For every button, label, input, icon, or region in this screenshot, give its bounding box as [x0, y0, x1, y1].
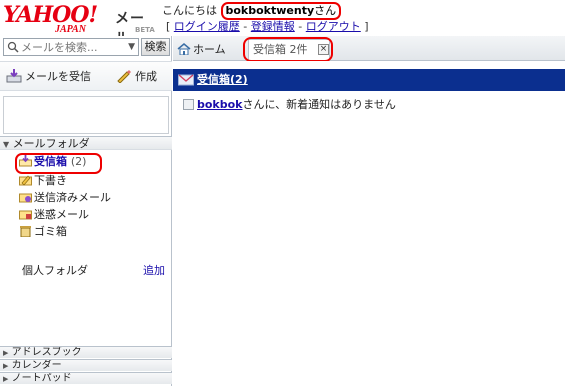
logo-region: JAPAN: [55, 24, 86, 35]
search-button[interactable]: 検索: [141, 38, 170, 56]
notice-text: さんに、新着通知はありません: [242, 98, 396, 111]
tab-home-label: ホーム: [193, 43, 226, 56]
spam-icon: [19, 210, 32, 220]
search-row: ▼ 検索: [0, 38, 172, 58]
notice-username[interactable]: bokbok: [197, 98, 243, 111]
drafts-icon: [19, 175, 32, 186]
folder-trash[interactable]: ゴミ箱: [19, 224, 67, 240]
home-icon: [177, 43, 191, 56]
folder-trash-label: ゴミ箱: [34, 225, 67, 238]
yahoo-mail-logo[interactable]: YAHOO! JAPAN メール BETA: [3, 2, 158, 47]
tab-home[interactable]: ホーム: [177, 41, 226, 57]
receive-mail-button[interactable]: メールを受信: [6, 68, 91, 84]
registration-link[interactable]: 登録情報: [251, 20, 295, 33]
address-book-section[interactable]: ▶ アドレスブック: [0, 346, 172, 358]
notepad-label: ノートパッド: [11, 373, 72, 384]
folder-spam-label: 迷惑メール: [34, 208, 89, 221]
link-separator: -: [298, 20, 303, 33]
greeting-suffix: さん: [314, 4, 337, 17]
personal-folders-label: 個人フォルダ: [22, 264, 88, 277]
folder-drafts[interactable]: 下書き: [19, 173, 67, 189]
expand-arrow-icon: ▶: [3, 362, 9, 370]
collapse-arrow-icon: ▼: [3, 140, 10, 149]
ad-area: [3, 96, 169, 134]
mail-folders-title: メールフォルダ: [12, 137, 90, 150]
address-book-label: アドレスブック: [11, 347, 82, 358]
inbox-title-bar: 受信箱(2): [173, 69, 565, 91]
left-pane: ▼ 検索 メールを受信 作成 ▼ メールフォルダ 受信箱 (2) 下書き 送信済…: [0, 36, 172, 386]
receive-mail-label: メールを受信: [25, 70, 91, 83]
bracket-close: ]: [364, 20, 369, 33]
folder-drafts-label: 下書き: [34, 174, 67, 187]
search-input[interactable]: [21, 40, 121, 54]
search-box[interactable]: ▼: [3, 38, 139, 56]
link-separator: -: [243, 20, 248, 33]
header-links: [ ログイン履歴 - 登録情報 - ログアウト ]: [166, 18, 369, 34]
compose-label: 作成: [135, 70, 157, 83]
new-mail-notice: bokbokさんに、新着通知はありません: [183, 96, 396, 112]
pencil-icon: [117, 70, 131, 84]
logo-badge: BETA: [135, 26, 155, 34]
inbox-title[interactable]: 受信箱(2): [197, 73, 248, 86]
trash-icon: [20, 226, 31, 238]
tab-bar: ホーム 受信箱 2件 ×: [173, 36, 565, 61]
folder-sent[interactable]: 送信済みメール: [19, 190, 111, 206]
logout-link[interactable]: ログアウト: [306, 20, 361, 33]
folder-spam[interactable]: 迷惑メール: [19, 207, 89, 223]
mail-folders-header[interactable]: ▼ メールフォルダ: [0, 136, 172, 150]
info-box-icon: [183, 99, 194, 110]
folder-sent-label: 送信済みメール: [34, 191, 111, 204]
calendar-label: カレンダー: [11, 360, 62, 371]
expand-arrow-icon: ▶: [3, 375, 9, 383]
calendar-section[interactable]: ▶ カレンダー: [0, 359, 172, 371]
main-content: 受信箱(2) bokbokさんに、新着通知はありません: [173, 61, 565, 386]
chevron-down-icon[interactable]: ▼: [128, 42, 135, 52]
envelope-icon: [178, 74, 194, 86]
expand-arrow-icon: ▶: [3, 349, 9, 357]
app-header: YAHOO! JAPAN メール BETA こんにちは bokboktwenty…: [0, 0, 565, 47]
greeting-prefix: こんにちは: [162, 4, 217, 17]
highlight-ring: [15, 153, 102, 174]
sent-icon: [19, 193, 32, 203]
username: bokboktwenty: [225, 4, 315, 17]
highlight-ring: [243, 37, 333, 62]
compose-button[interactable]: 作成: [116, 68, 157, 84]
bracket-open: [: [166, 20, 171, 33]
add-folder-link[interactable]: 追加: [143, 262, 165, 278]
action-toolbar: メールを受信 作成: [0, 61, 172, 91]
notepad-section[interactable]: ▶ ノートパッド: [0, 372, 172, 384]
inbox-download-icon: [6, 69, 22, 83]
search-icon: [7, 41, 19, 53]
login-history-link[interactable]: ログイン履歴: [174, 20, 240, 33]
